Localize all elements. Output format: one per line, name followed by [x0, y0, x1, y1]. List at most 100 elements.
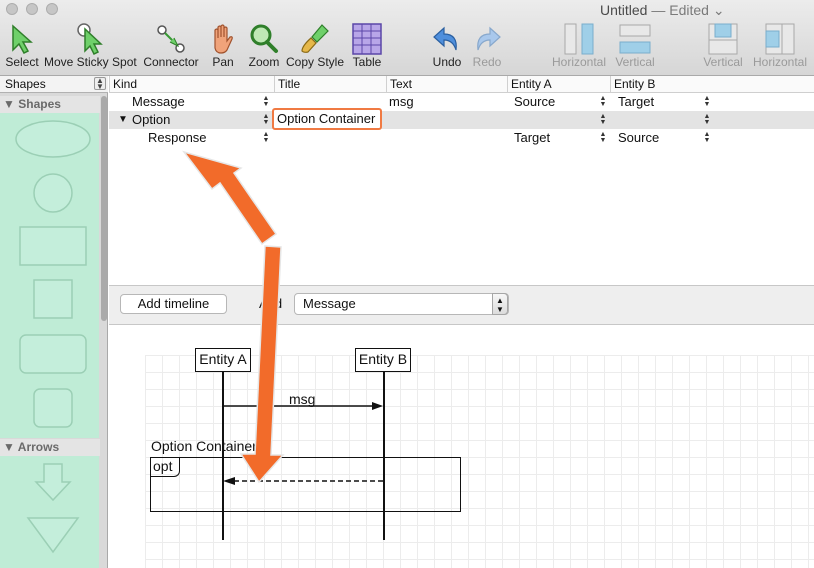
header-text[interactable]: Text — [386, 76, 507, 93]
header-title[interactable]: Title — [274, 76, 386, 93]
split-vertical-label: Vertical — [703, 55, 743, 69]
rounded-rectangle-shape — [19, 334, 87, 374]
table-row-selected[interactable]: ▼ Option ▲ ▼ ▲ ▼ ▲ ▼ — [109, 111, 814, 129]
stepper-arrows-icon[interactable]: ▲ ▼ — [703, 131, 711, 145]
ellipse-shape — [15, 120, 91, 158]
arrows-section-label: Arrows — [17, 440, 60, 454]
split-vertical-icon — [708, 23, 738, 55]
select-label: Select — [5, 55, 39, 69]
edited-status: — Edited — [651, 2, 709, 18]
table-row[interactable]: Message ▲ ▼ msg Source ▲ ▼ Target ▲ ▼ — [109, 93, 814, 111]
stepper-arrows-icon[interactable]: ▲ ▼ — [262, 95, 270, 109]
row-entity-b[interactable]: Source — [618, 129, 659, 147]
align-vertical-icon — [619, 24, 651, 54]
stepper-arrows-icon[interactable]: ▲ ▼ — [703, 113, 711, 127]
align-vertical-label: Vertical — [615, 55, 655, 69]
up-down-arrows-icon: ▲ ▼ — [94, 77, 106, 91]
stepper-arrows-icon[interactable]: ▲ ▼ — [262, 131, 270, 145]
row-entity-a[interactable]: Source — [514, 93, 555, 111]
arrows-palette — [0, 456, 99, 568]
response-arrow[interactable] — [222, 473, 385, 489]
and-label: And — [259, 296, 283, 311]
split-horizontal-button[interactable]: Horizontal — [750, 22, 810, 72]
connector-icon — [157, 25, 185, 53]
header-entity-a[interactable]: Entity A — [507, 76, 610, 93]
stepper-arrows-icon[interactable]: ▲ ▼ — [703, 95, 711, 109]
magnifier-icon — [250, 24, 278, 53]
chevron-down-shape — [26, 517, 80, 554]
zoom-tool-button[interactable]: Zoom — [244, 22, 284, 72]
title-edit-field[interactable]: Option Container — [272, 108, 382, 130]
down-arrow-shape — [34, 463, 72, 502]
close-window-button[interactable] — [6, 3, 18, 15]
move-sticky-spot-label: Move Sticky Spot — [44, 55, 137, 69]
hand-icon — [214, 24, 233, 54]
connector-label: Connector — [143, 55, 199, 69]
cursor-arrow-icon — [12, 24, 33, 54]
row-kind: Option — [132, 112, 171, 127]
arrow-stencils — [26, 463, 80, 554]
align-horizontal-label: Horizontal — [551, 55, 607, 69]
zoom-label: Zoom — [248, 55, 280, 69]
stepper-arrows-icon[interactable]: ▲ ▼ — [599, 95, 607, 109]
sidebar-scrollbar[interactable] — [101, 96, 107, 321]
opt-tag: opt — [150, 457, 180, 477]
arrows-section-header[interactable]: ▼ Arrows — [0, 439, 100, 456]
chevron-down-icon[interactable]: ⌄ — [713, 2, 725, 18]
redo-label: Redo — [472, 55, 502, 69]
undo-label: Undo — [432, 55, 462, 69]
copy-style-label: Copy Style — [286, 55, 345, 69]
row-entity-b[interactable]: Target — [618, 93, 654, 111]
shapes-category-select[interactable]: Shapes ▲ ▼ — [0, 76, 108, 93]
table-tool-button[interactable]: Table — [348, 22, 386, 72]
align-horizontal-icon — [564, 23, 594, 55]
square-shape — [33, 279, 73, 319]
add-timeline-button[interactable]: Add timeline — [120, 294, 227, 314]
shapes-category-value: Shapes — [5, 77, 46, 91]
header-entity-b[interactable]: Entity B — [610, 76, 714, 93]
disclosure-triangle-icon[interactable]: ▼ — [118, 111, 128, 129]
up-down-arrows-icon: ▲ ▼ — [492, 293, 508, 315]
row-kind: Message — [132, 94, 185, 109]
disclosure-triangle-icon: ▼ — [3, 97, 15, 111]
table-row[interactable]: Response ▲ ▼ Target ▲ ▼ Source ▲ ▼ — [109, 129, 814, 147]
stepper-arrows-icon[interactable]: ▲ ▼ — [599, 113, 607, 127]
select-tool-button[interactable]: Select — [2, 22, 42, 72]
stepper-arrows-icon[interactable]: ▲ ▼ — [599, 131, 607, 145]
shapes-palette — [0, 113, 99, 438]
minimize-window-button[interactable] — [26, 3, 38, 15]
pan-label: Pan — [212, 55, 234, 69]
entity-a-box[interactable]: Entity A — [195, 348, 251, 372]
document-name: Untitled — [600, 2, 648, 18]
rounded-square-shape — [33, 388, 73, 428]
move-sticky-spot-button[interactable]: Move Sticky Spot — [44, 22, 137, 72]
table-header: Kind Title Text Entity A Entity B — [109, 76, 814, 93]
option-container-title[interactable]: Option Container — [151, 438, 257, 454]
shape-stencils — [15, 120, 91, 428]
row-text[interactable]: msg — [389, 93, 414, 111]
split-horizontal-icon — [765, 23, 795, 55]
undo-arrow-icon — [433, 26, 457, 51]
align-vertical-button[interactable]: Vertical — [612, 22, 658, 72]
redo-button[interactable]: Redo — [468, 22, 506, 72]
table-label: Table — [352, 55, 382, 69]
zoom-window-button[interactable] — [46, 3, 58, 15]
message-arrow[interactable] — [222, 398, 385, 414]
copy-style-button[interactable]: Copy Style — [286, 22, 344, 72]
stepper-arrows-icon[interactable]: ▲ ▼ — [262, 113, 270, 127]
disclosure-triangle-icon: ▼ — [3, 440, 15, 454]
circle-shape — [33, 173, 73, 213]
pan-tool-button[interactable]: Pan — [205, 22, 241, 72]
split-horizontal-label: Horizontal — [752, 55, 808, 69]
entity-b-box[interactable]: Entity B — [355, 348, 411, 372]
row-entity-a[interactable]: Target — [514, 129, 550, 147]
undo-button[interactable]: Undo — [428, 22, 466, 72]
header-kind[interactable]: Kind — [109, 76, 275, 93]
connector-tool-button[interactable]: Connector — [142, 22, 200, 72]
align-horizontal-button[interactable]: Horizontal — [550, 22, 608, 72]
app-window: Untitled — Edited ⌄ Select Move Sticky S… — [0, 0, 814, 568]
shapes-section-header[interactable]: ▼ Shapes — [0, 96, 100, 113]
message-kind-select[interactable]: Message ▲ ▼ — [294, 293, 509, 315]
split-vertical-button[interactable]: Vertical — [700, 22, 746, 72]
window-title: Untitled — Edited ⌄ — [600, 2, 814, 19]
